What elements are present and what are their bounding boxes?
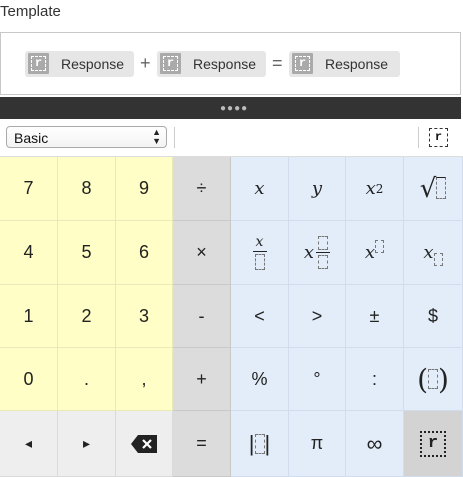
drag-handle-icon[interactable]: ●●●● [220,103,248,114]
key-4[interactable]: 4 [0,221,58,285]
key-mixed-fraction[interactable]: x [289,221,346,285]
key-colon[interactable]: : [346,348,404,411]
key-y[interactable]: y [289,157,346,221]
key-8[interactable]: 8 [58,157,116,221]
response-token-3[interactable]: r Response [289,51,400,77]
key-pi[interactable]: π [289,411,346,477]
arrow-right-icon: ▸ [82,435,91,451]
key-comma[interactable]: , [116,348,173,411]
key-superscript[interactable]: x [346,221,404,285]
equals-operator: = [272,53,283,73]
keyboard-drag-bar[interactable]: ●●●● [0,97,461,119]
key-plus[interactable]: + [173,348,231,411]
arrow-left-icon: ◂ [24,435,33,451]
toolbar-divider [174,127,175,148]
key-percent[interactable]: % [231,348,289,411]
key-dollar[interactable]: $ [404,285,463,348]
key-greater-than[interactable]: > [289,285,346,348]
key-plus-minus[interactable]: ± [346,285,404,348]
key-6[interactable]: 6 [116,221,173,285]
math-keypad: 7 8 9 ÷ x y x2 √ 4 5 6 × x x x x 1 2 3 -… [0,156,463,477]
key-x[interactable]: x [231,157,289,221]
keyboard-toolbar: Basic ▲ ▼ r [0,119,463,156]
key-fraction[interactable]: x [231,221,289,285]
toolbar-divider [418,127,419,148]
key-infinity[interactable]: ∞ [346,411,404,477]
key-degree[interactable]: ° [289,348,346,411]
key-backspace[interactable] [116,411,173,477]
response-icon: r [292,53,313,74]
response-icon: r [160,53,181,74]
key-square-root[interactable]: √ [404,157,463,221]
template-title: Template [0,3,61,20]
key-3[interactable]: 3 [116,285,173,348]
key-parentheses[interactable]: () [404,348,463,411]
key-5[interactable]: 5 [58,221,116,285]
response-icon: r [420,430,446,457]
key-minus[interactable]: - [173,285,231,348]
backspace-icon [131,434,157,453]
response-label: Response [325,56,389,72]
key-x-squared[interactable]: x2 [346,157,404,221]
key-less-than[interactable]: < [231,285,289,348]
key-equals[interactable]: = [173,411,231,477]
key-left-arrow[interactable]: ◂ [0,411,58,477]
key-response[interactable]: r [404,411,463,477]
key-divide[interactable]: ÷ [173,157,231,221]
mode-select[interactable]: Basic ▲ ▼ [6,126,167,148]
key-2[interactable]: 2 [58,285,116,348]
response-token-2[interactable]: r Response [157,51,266,77]
response-label: Response [193,56,257,72]
response-token-1[interactable]: r Response [25,51,134,77]
key-7[interactable]: 7 [0,157,58,221]
key-multiply[interactable]: × [173,221,231,285]
insert-response-button[interactable]: r [429,128,448,147]
select-arrows-icon: ▲ ▼ [152,127,161,146]
response-label: Response [61,56,125,72]
response-icon: r [28,53,49,74]
plus-operator: + [140,53,151,73]
key-subscript[interactable]: x [404,221,463,285]
key-0[interactable]: 0 [0,348,58,411]
key-absolute-value[interactable]: | | [231,411,289,477]
key-decimal[interactable]: . [58,348,116,411]
template-editor[interactable]: r Response + r Response = r Response [0,32,461,95]
key-right-arrow[interactable]: ▸ [58,411,116,477]
mode-select-value: Basic [14,130,49,146]
key-9[interactable]: 9 [116,157,173,221]
key-1[interactable]: 1 [0,285,58,348]
